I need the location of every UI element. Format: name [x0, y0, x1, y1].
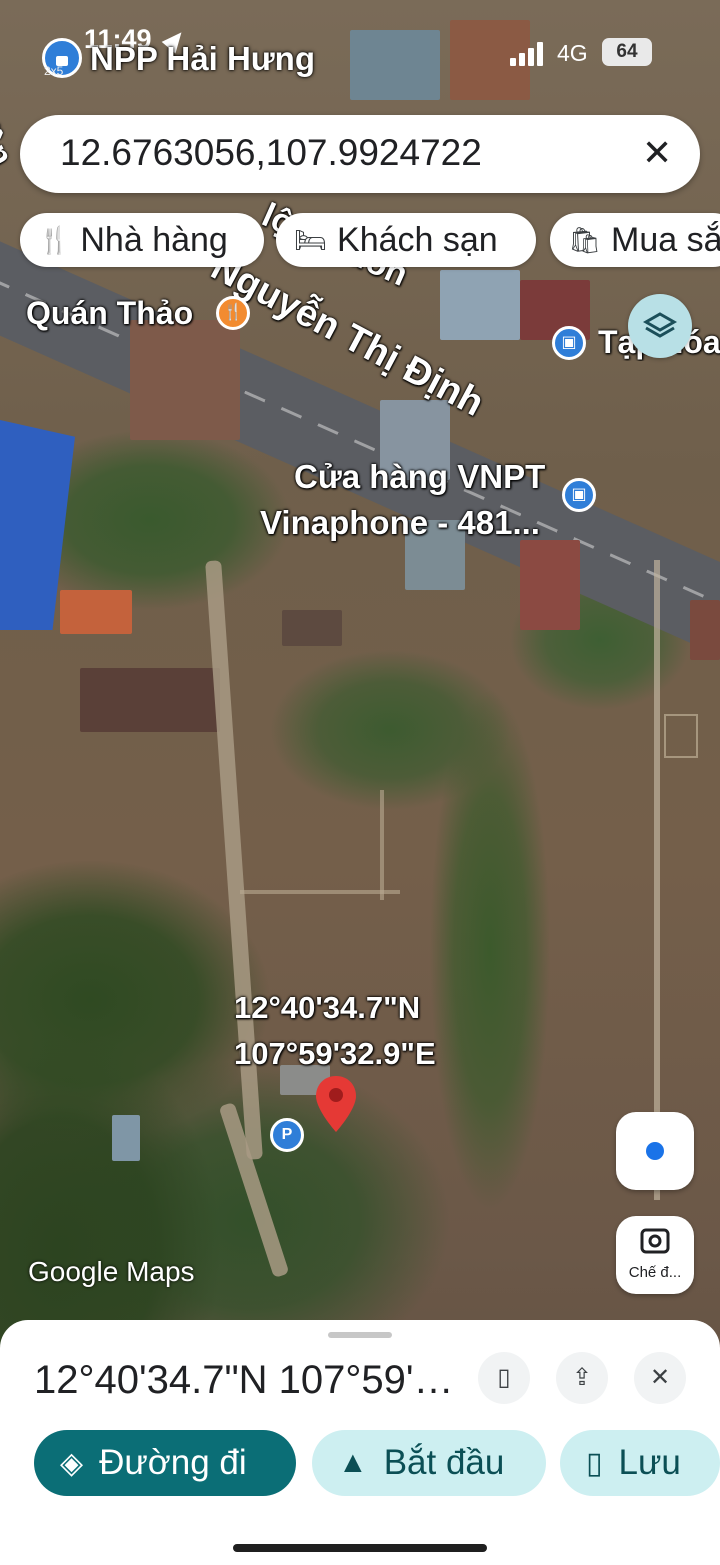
- chip-label: Nhà hàng: [80, 220, 228, 259]
- house-roof: [440, 270, 520, 340]
- restaurant-icon[interactable]: 🍴: [216, 296, 250, 330]
- house-roof: [130, 320, 240, 440]
- house-roof: [80, 668, 220, 732]
- place-bottom-sheet[interactable]: 12°40'34.7"N 107°59'32.9"E ▯ ⇪ ✕ ◈ Đường…: [0, 1320, 720, 1565]
- parking-icon[interactable]: P: [270, 1118, 304, 1152]
- home-indicator[interactable]: [233, 1544, 487, 1552]
- hotel-icon: 🛏: [294, 224, 328, 255]
- house-roof: [520, 540, 580, 630]
- poi-label-quan-thao[interactable]: Quán Thảo: [26, 295, 193, 332]
- camera-mode-button[interactable]: Chế đ...: [616, 1216, 694, 1294]
- navigation-icon: ▲: [338, 1446, 368, 1479]
- pin-label-lat: 12°40'34.7"N: [234, 990, 421, 1025]
- sheet-drag-handle[interactable]: [328, 1332, 392, 1338]
- house-roof: [60, 590, 132, 634]
- place-label-npp[interactable]: NPP Hải Hưng: [90, 40, 315, 78]
- start-button[interactable]: ▲ Bắt đầu: [312, 1430, 546, 1496]
- search-bar[interactable]: 12.6763056,107.9924722 ✕: [20, 115, 700, 193]
- field-line: [240, 890, 400, 894]
- battery-indicator: 64: [602, 38, 652, 66]
- chip-restaurants[interactable]: 🍴 Nhà hàng: [20, 213, 264, 267]
- bookmark-icon: ▯: [586, 1446, 603, 1480]
- house-roof: [282, 610, 342, 646]
- my-location-button[interactable]: [616, 1112, 694, 1190]
- chip-label: Khách sạn: [337, 220, 498, 259]
- pin-label-lng: 107°59'32.9"E: [234, 1036, 436, 1071]
- layers-button[interactable]: [628, 294, 692, 358]
- directions-label: Đường đi: [99, 1443, 247, 1482]
- shopping-bag-icon[interactable]: ▣: [562, 478, 596, 512]
- house-roof: [690, 600, 720, 660]
- field-line: [380, 790, 384, 900]
- signal-icon: [510, 42, 546, 66]
- network-type: 4G: [557, 40, 588, 66]
- save-button[interactable]: ▯ Lưu: [560, 1430, 720, 1496]
- close-icon[interactable]: ✕: [634, 1352, 686, 1404]
- field-line: [664, 714, 698, 758]
- start-label: Bắt đầu: [383, 1443, 505, 1482]
- camera-mode-label: Chế đ...: [628, 1264, 682, 1281]
- save-label: Lưu: [618, 1443, 681, 1482]
- shopping-bag-icon: 🛍: [568, 224, 602, 255]
- chip-shopping[interactable]: 🛍 Mua sắm: [550, 213, 720, 267]
- bookmark-icon[interactable]: ▯: [478, 1352, 530, 1404]
- status-sublabel: 2x5: [44, 64, 64, 78]
- location-pin-icon[interactable]: [314, 1074, 358, 1134]
- chip-hotels[interactable]: 🛏 Khách sạn: [276, 213, 536, 267]
- camera-icon: [640, 1228, 670, 1254]
- share-icon[interactable]: ⇪: [556, 1352, 608, 1404]
- google-maps-attribution: Google Maps: [28, 1256, 195, 1287]
- poi-label-vnpt-line1[interactable]: Cửa hàng VNPT: [294, 458, 545, 496]
- directions-icon: ◈: [60, 1446, 84, 1480]
- house-roof: [112, 1115, 140, 1161]
- directions-button[interactable]: ◈ Đường đi: [34, 1430, 296, 1496]
- poi-label-vnpt-line2[interactable]: Vinaphone - 481...: [260, 504, 540, 542]
- chip-label: Mua sắm: [611, 220, 720, 259]
- fence-line: [654, 560, 660, 1200]
- shopping-bag-icon[interactable]: ▣: [552, 326, 586, 360]
- layers-icon: [642, 312, 678, 338]
- restaurant-icon: 🍴: [38, 224, 71, 255]
- close-icon[interactable]: ✕: [642, 131, 672, 175]
- place-title: 12°40'34.7"N 107°59'32.9"E: [34, 1358, 464, 1402]
- search-input[interactable]: 12.6763056,107.9924722: [60, 132, 482, 174]
